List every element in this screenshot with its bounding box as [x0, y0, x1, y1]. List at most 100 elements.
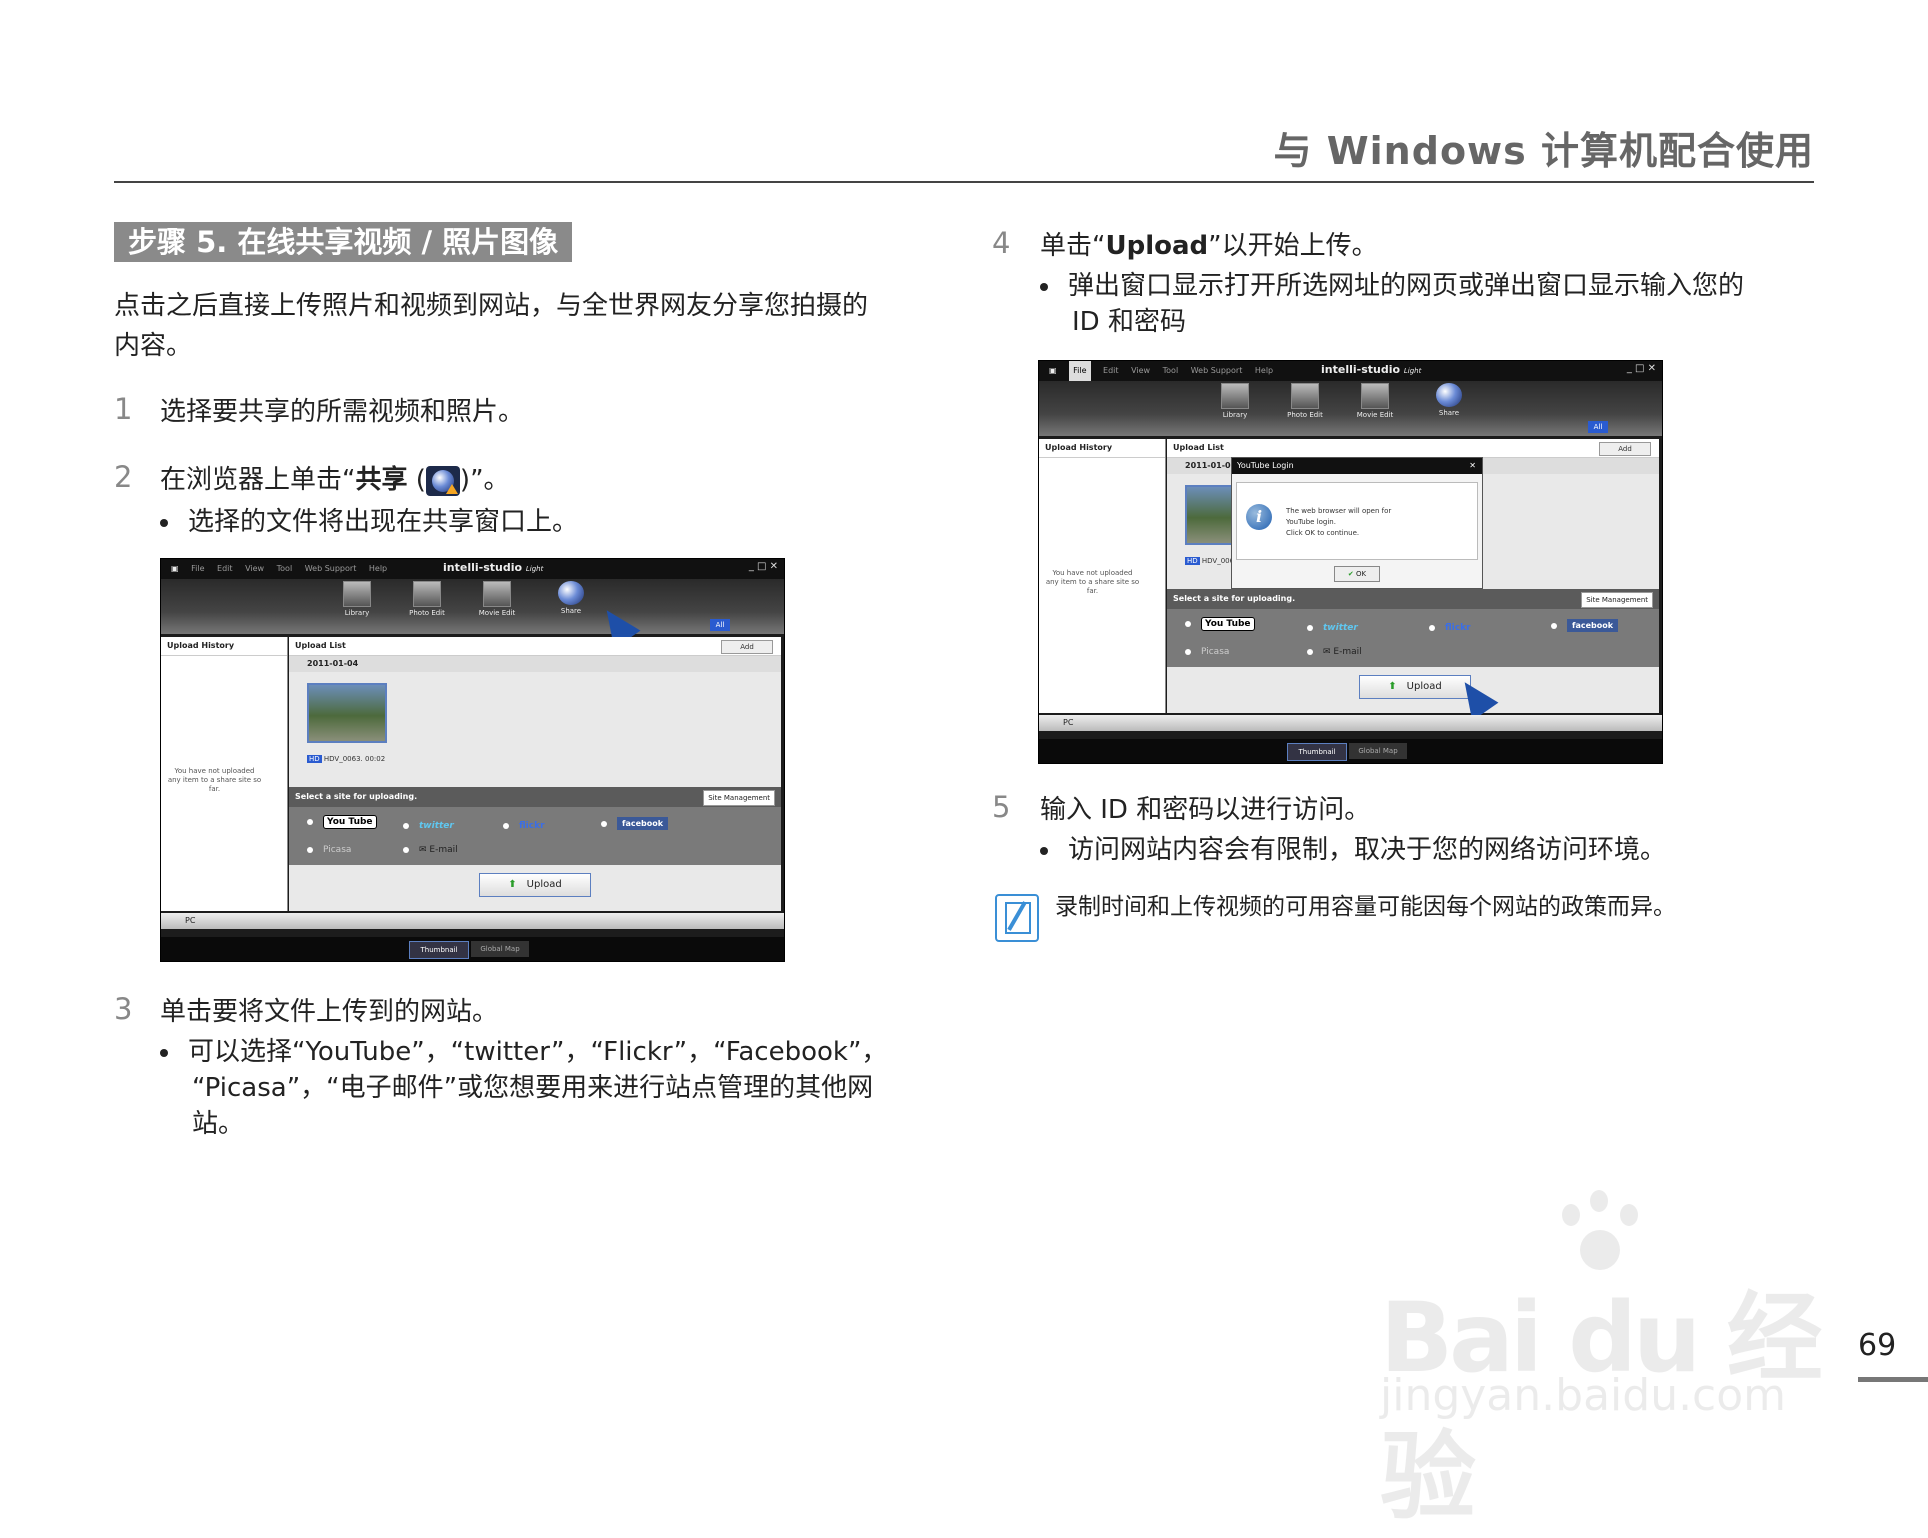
- radio-flickr[interactable]: [1429, 624, 1435, 631]
- window-controls[interactable]: _ □ ✕: [749, 561, 778, 572]
- step3-bullet-text-1: 可以选择“YouTube”，“twitter”，“Flickr”，“Facebo…: [188, 1037, 888, 1067]
- bottom-bar: Thumbnail Global Map: [1039, 739, 1662, 763]
- site-twitter[interactable]: twitter: [1307, 623, 1358, 633]
- toolbar-library[interactable]: Library: [1205, 383, 1265, 419]
- add-button[interactable]: Add: [1599, 442, 1651, 456]
- app-logo: intelli-studio Light: [1321, 363, 1421, 376]
- facebook-logo: facebook: [617, 817, 669, 830]
- pc-bar[interactable]: PC: [161, 913, 784, 929]
- toolbar-movie-edit-label: Movie Edit: [1356, 411, 1394, 419]
- site-facebook[interactable]: facebook: [1551, 619, 1619, 632]
- toolbar-movie-edit[interactable]: Movie Edit: [1345, 383, 1405, 419]
- add-button[interactable]: Add: [721, 640, 773, 654]
- radio-facebook[interactable]: [1551, 622, 1557, 629]
- site-management-button[interactable]: Site Management: [1581, 592, 1653, 608]
- menu-view[interactable]: View: [1131, 361, 1150, 381]
- upload-arrow-icon: ⬆: [508, 879, 517, 890]
- library-icon: [1221, 383, 1249, 409]
- site-management-button[interactable]: Site Management: [703, 790, 775, 806]
- step2-text-pre: 在浏览器上单击“: [160, 465, 356, 495]
- photo-edit-icon: [1291, 383, 1319, 409]
- site-twitter[interactable]: twitter: [403, 821, 454, 831]
- bullet-dot: [1040, 846, 1048, 855]
- app-icon: ▣: [171, 564, 179, 573]
- radio-email[interactable]: [1307, 648, 1313, 655]
- site-picasa[interactable]: Picasa: [307, 845, 351, 855]
- menu-tool[interactable]: Tool: [277, 559, 293, 579]
- menu-edit[interactable]: Edit: [217, 559, 233, 579]
- video-thumbnail[interactable]: [307, 683, 387, 743]
- tab-global-map[interactable]: Global Map: [1349, 743, 1407, 759]
- radio-twitter[interactable]: [403, 822, 409, 829]
- tab-thumbnail[interactable]: Thumbnail: [409, 941, 469, 959]
- app-logo-text: intelli-studio: [443, 561, 523, 574]
- radio-picasa[interactable]: [307, 846, 313, 853]
- radio-youtube[interactable]: [1185, 620, 1191, 627]
- toolbar-share[interactable]: Share: [541, 581, 601, 615]
- menu-web-support[interactable]: Web Support: [305, 559, 357, 579]
- dialog-line-2: YouTube login.: [1286, 518, 1336, 526]
- app-logo-text: intelli-studio: [1321, 363, 1401, 376]
- select-site-bar: Select a site for uploading. Site Managem…: [289, 787, 781, 807]
- filter-all[interactable]: All: [1588, 421, 1608, 433]
- dialog-close-icon[interactable]: ✕: [1469, 458, 1476, 474]
- dialog-line-3: Click OK to continue.: [1286, 529, 1360, 537]
- radio-twitter[interactable]: [1307, 624, 1313, 631]
- date-row: 2011-01-04: [289, 656, 781, 672]
- radio-picasa[interactable]: [1185, 648, 1191, 655]
- site-flickr[interactable]: flickr: [1429, 623, 1471, 633]
- ok-button[interactable]: ✔ OK: [1334, 566, 1380, 582]
- tab-thumbnail[interactable]: Thumbnail: [1287, 743, 1347, 761]
- toolbar-photo-edit[interactable]: Photo Edit: [1275, 383, 1335, 419]
- toolbar-library[interactable]: Library: [327, 581, 387, 617]
- site-youtube[interactable]: You Tube: [307, 815, 377, 829]
- radio-email[interactable]: [403, 846, 409, 853]
- site-facebook[interactable]: facebook: [601, 817, 669, 830]
- page-number: 69: [1858, 1328, 1897, 1363]
- tab-global-map[interactable]: Global Map: [471, 941, 529, 957]
- window-controls[interactable]: _ □ ✕: [1627, 363, 1656, 374]
- radio-facebook[interactable]: [601, 820, 607, 827]
- step1-text: 选择要共享的所需视频和照片。: [160, 397, 525, 427]
- radio-youtube[interactable]: [307, 818, 313, 825]
- menu-view[interactable]: View: [245, 559, 264, 579]
- menu-file[interactable]: File: [1069, 361, 1091, 381]
- no-upload-message: You have not uploaded any item to a shar…: [167, 767, 262, 793]
- intro-line-1: 点击之后直接上传照片和视频到网站，与全世界网友分享您拍摄的: [114, 291, 869, 321]
- baidu-watermark: Bai du 经验 jingyan.baidu.com: [1380, 1190, 1823, 1533]
- pc-bar[interactable]: PC: [1039, 715, 1662, 731]
- site-youtube[interactable]: You Tube: [1185, 617, 1255, 631]
- watermark-url: jingyan.baidu.com: [1380, 1370, 1787, 1421]
- toolbar-photo-edit[interactable]: Photo Edit: [397, 581, 457, 617]
- step4-number: 4: [992, 226, 1011, 260]
- site-picasa[interactable]: Picasa: [1185, 647, 1229, 657]
- upload-list-panel: Upload List Add 2011-01-04 HD HDV_0063. …: [289, 637, 781, 911]
- toolbar-share[interactable]: Share: [1419, 383, 1479, 417]
- toolbar: Library Photo Edit Movie Edit Share All: [161, 579, 784, 634]
- step1-number: 1: [114, 392, 133, 426]
- menu-help[interactable]: Help: [369, 559, 387, 579]
- toolbar-share-label: Share: [1438, 409, 1460, 417]
- step2-text-bold: 共享: [355, 465, 408, 495]
- upload-history-title: Upload History: [161, 637, 287, 656]
- menu-help[interactable]: Help: [1255, 361, 1273, 381]
- bullet-dot: [160, 1048, 168, 1057]
- site-email[interactable]: ✉ E-mail: [1307, 647, 1362, 657]
- menu-tool[interactable]: Tool: [1163, 361, 1179, 381]
- check-icon: ✔: [1347, 570, 1354, 578]
- upload-history-panel: Upload History You have not uploaded any…: [161, 637, 288, 911]
- step3-bullet-line1: 可以选择“YouTube”，“twitter”，“Flickr”，“Facebo…: [160, 1034, 887, 1070]
- menu-file[interactable]: File: [191, 559, 204, 579]
- screenshot-share-window: ▣ File Edit View Tool Web Support Help i…: [160, 558, 785, 962]
- site-options: You Tube twitter flickr facebook Picasa …: [1167, 609, 1659, 667]
- info-icon: i: [1246, 504, 1272, 530]
- menu-web-support[interactable]: Web Support: [1191, 361, 1243, 381]
- radio-flickr[interactable]: [503, 822, 509, 829]
- upload-button[interactable]: ⬆ Upload: [479, 873, 591, 897]
- site-flickr[interactable]: flickr: [503, 821, 545, 831]
- menu-edit[interactable]: Edit: [1103, 361, 1119, 381]
- site-email[interactable]: ✉ E-mail: [403, 845, 458, 855]
- filter-all[interactable]: All: [710, 619, 730, 631]
- movie-edit-icon: [483, 581, 511, 607]
- toolbar-movie-edit[interactable]: Movie Edit: [467, 581, 527, 617]
